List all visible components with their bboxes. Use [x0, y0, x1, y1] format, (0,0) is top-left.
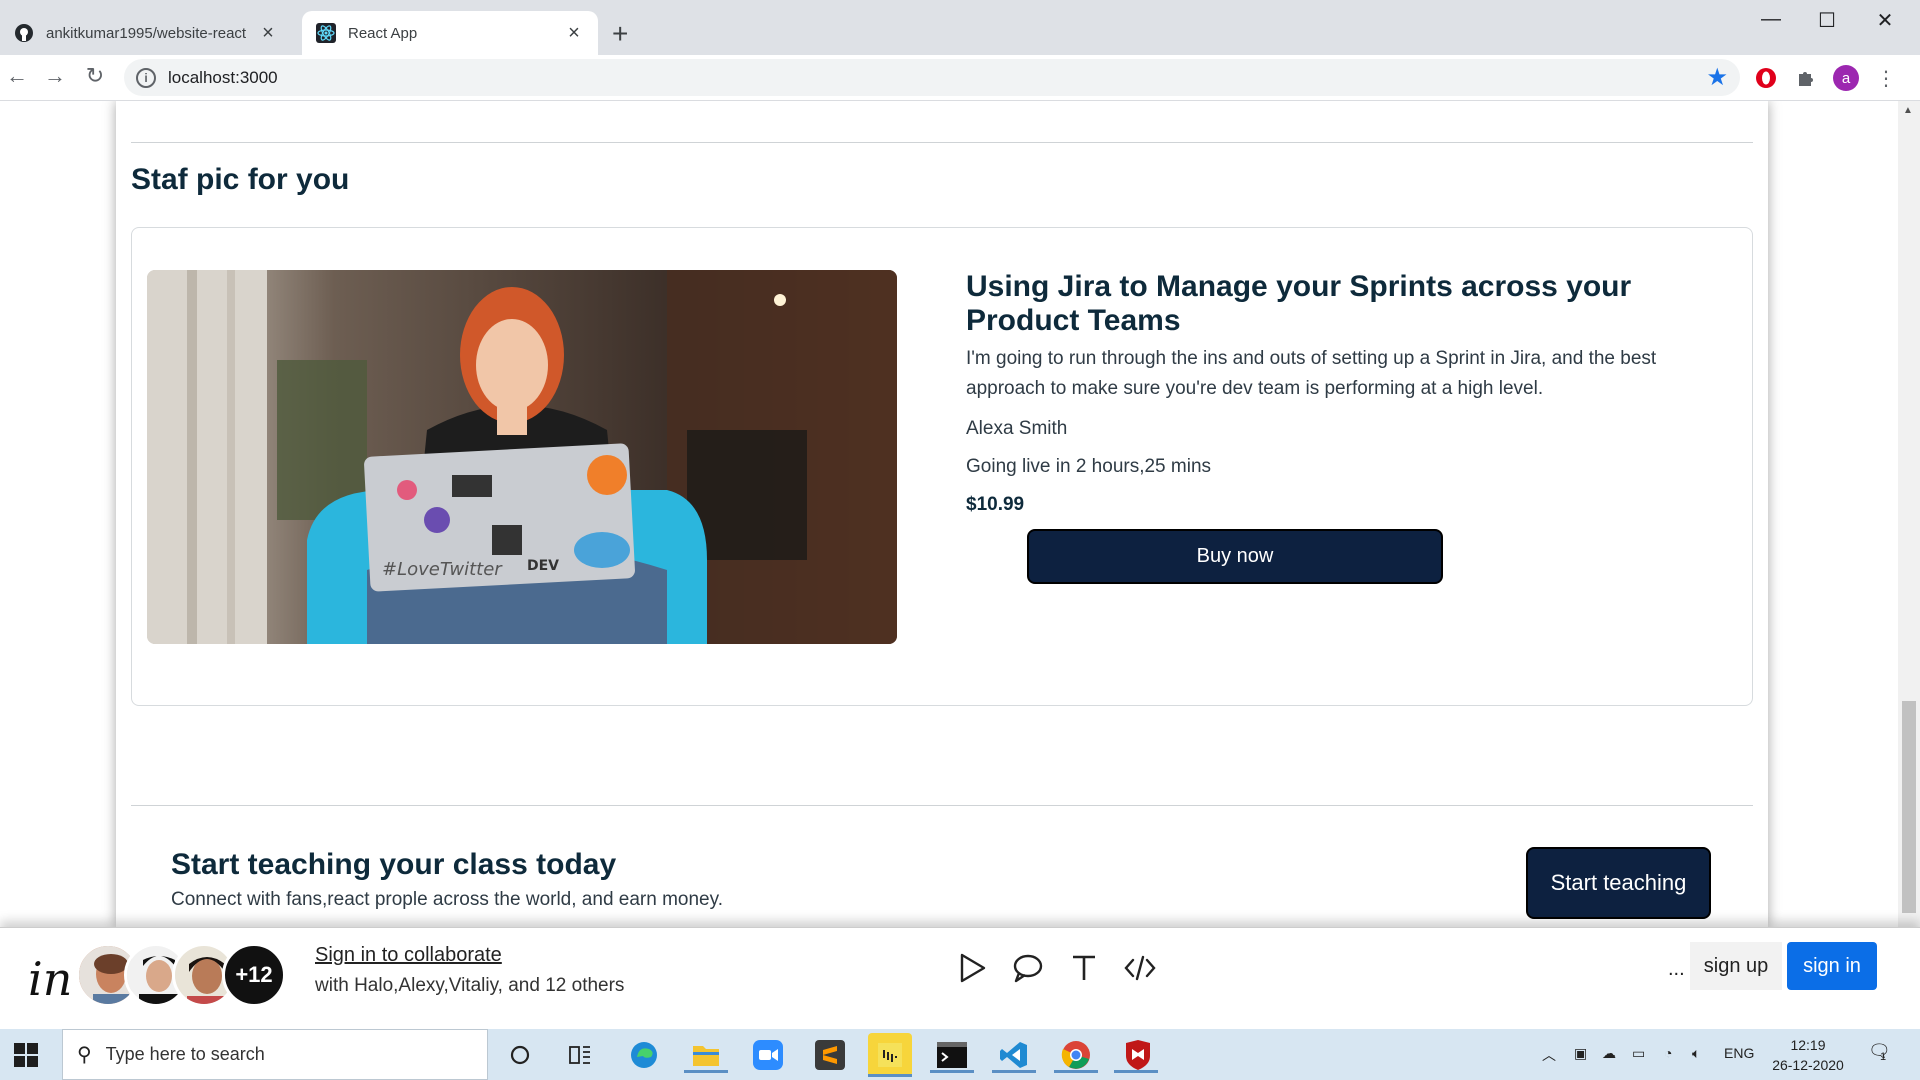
divider	[131, 805, 1753, 806]
more-options-icon[interactable]: ...	[1668, 958, 1685, 981]
tab-title: React App	[348, 24, 418, 42]
divider	[131, 142, 1753, 143]
vscode-icon[interactable]	[992, 1037, 1036, 1073]
active-indicator	[1114, 1070, 1158, 1073]
code-icon[interactable]	[1120, 948, 1160, 988]
svg-text:#LoveTwitter: #LoveTwitter	[382, 559, 503, 580]
windows-taskbar: ⚲ Type here to search ︿ ▣ ☁ ▭ ◔ 🔈︎ ENG 1…	[0, 1029, 1920, 1080]
onedrive-icon[interactable]: ☁	[1602, 1045, 1616, 1062]
active-indicator	[992, 1070, 1036, 1073]
close-tab-icon[interactable]: ×	[258, 22, 278, 45]
address-bar[interactable]: i localhost:3000 ★	[124, 59, 1740, 96]
forward-icon[interactable]: →	[40, 63, 70, 89]
cortana-icon[interactable]	[502, 1037, 538, 1073]
info-icon[interactable]: i	[136, 67, 156, 88]
tab-react-app[interactable]: React App ×	[302, 11, 598, 55]
reload-icon[interactable]: ↻	[80, 63, 110, 89]
course-author: Alexa Smith	[966, 418, 1068, 439]
menu-kebab-icon[interactable]: ⋮	[1873, 65, 1899, 91]
taskbar-clock[interactable]: 12:19 26-12-2020	[1760, 1035, 1856, 1075]
windows-start-icon[interactable]	[14, 1043, 38, 1067]
taskbar-search-input[interactable]: ⚲ Type here to search	[62, 1029, 488, 1080]
sign-in-button[interactable]: sign in	[1787, 942, 1877, 990]
clock-date: 26-12-2020	[1772, 1057, 1844, 1073]
sign-up-button[interactable]: sign up	[1690, 942, 1782, 990]
url-text: localhost:3000	[168, 67, 278, 87]
active-indicator	[930, 1070, 974, 1073]
active-indicator	[1054, 1070, 1098, 1073]
mcafee-icon[interactable]	[1114, 1037, 1158, 1073]
close-tab-icon[interactable]: ×	[564, 22, 584, 45]
sign-in-to-collaborate-link[interactable]: Sign in to collaborate	[315, 944, 502, 967]
new-tab-button[interactable]: +	[612, 18, 628, 50]
minimize-icon[interactable]: —	[1743, 8, 1799, 31]
browser-tab-bar: ankitkumar1995/website-react × React App…	[0, 0, 1920, 55]
main-container: Staf pic for you #LoveTwitter DEV Using …	[116, 101, 1768, 927]
collab-logo: in	[28, 952, 73, 1006]
file-explorer-icon[interactable]	[684, 1037, 728, 1073]
teach-subtitle: Connect with fans,react prople across th…	[171, 889, 723, 910]
clock-time: 12:19	[1790, 1037, 1826, 1053]
close-window-icon[interactable]: ✕	[1857, 8, 1913, 33]
scroll-up-icon[interactable]: ▲	[1903, 105, 1913, 116]
search-placeholder: Type here to search	[105, 1044, 265, 1064]
zoom-icon[interactable]	[750, 1037, 786, 1073]
volume-icon[interactable]: 🔈︎	[1692, 1045, 1700, 1062]
terminal-icon[interactable]	[930, 1037, 974, 1073]
start-teaching-button[interactable]: Start teaching	[1526, 847, 1711, 919]
notification-count: 1	[1880, 1051, 1887, 1063]
back-icon[interactable]: ←	[2, 63, 32, 89]
sublime-text-icon[interactable]	[812, 1037, 848, 1073]
profile-avatar[interactable]: a	[1833, 65, 1859, 91]
scrollbar-thumb[interactable]	[1902, 701, 1916, 913]
sticky-app-icon[interactable]	[868, 1033, 912, 1077]
tray-expand-icon[interactable]: ︿	[1542, 1045, 1556, 1065]
react-icon	[316, 23, 336, 43]
task-view-icon[interactable]	[562, 1037, 598, 1073]
course-title: Using Jira to Manage your Sprints across…	[966, 270, 1632, 337]
wifi-icon[interactable]: ◔	[1664, 1045, 1672, 1061]
bookmark-star-icon[interactable]: ★	[1706, 63, 1728, 92]
opera-icon[interactable]	[1753, 65, 1779, 91]
buy-now-button[interactable]: Buy now	[1027, 529, 1443, 584]
active-indicator	[868, 1074, 912, 1077]
course-image: #LoveTwitter DEV	[147, 270, 897, 644]
browser-toolbar: ← → ↻ i localhost:3000 ★ a ⋮	[0, 55, 1920, 101]
course-description: I'm going to run through the ins and out…	[966, 348, 1657, 399]
notification-center-icon[interactable]: 🗨︎ 1	[1868, 1041, 1891, 1063]
page-viewport: Staf pic for you #LoveTwitter DEV Using …	[0, 101, 1920, 927]
svg-text:DEV: DEV	[527, 558, 559, 574]
language-indicator[interactable]: ENG	[1724, 1045, 1754, 1061]
maximize-icon[interactable]: ☐	[1799, 8, 1855, 33]
course-details: Using Jira to Manage your Sprints across…	[966, 270, 1726, 516]
more-collaborators-badge[interactable]: +12	[222, 943, 286, 1007]
course-price: $10.99	[966, 494, 1025, 515]
active-indicator	[684, 1070, 728, 1073]
battery-icon[interactable]: ▭	[1632, 1045, 1645, 1062]
device-icon[interactable]: ▣	[1574, 1045, 1587, 1062]
text-icon[interactable]	[1064, 948, 1104, 988]
comment-icon[interactable]	[1008, 948, 1048, 988]
collaborators-text: with Halo,Alexy,Vitaliy, and 12 others	[315, 975, 625, 996]
chrome-icon[interactable]	[1054, 1037, 1098, 1073]
teach-title: Start teaching your class today	[171, 848, 617, 881]
page-scrollbar[interactable]: ▲	[1898, 101, 1920, 927]
collaboration-bar: in +12 Sign in to collaborate with Halo,…	[0, 927, 1920, 1029]
tab-title: ankitkumar1995/website-react	[46, 24, 247, 42]
course-live-time: Going live in 2 hours,25 mins	[966, 456, 1212, 477]
tab-github[interactable]: ankitkumar1995/website-react ×	[0, 11, 292, 55]
search-icon: ⚲	[77, 1044, 92, 1066]
play-icon[interactable]	[952, 948, 992, 988]
course-card: #LoveTwitter DEV Using Jira to Manage yo…	[131, 227, 1753, 706]
extensions-puzzle-icon[interactable]	[1793, 65, 1819, 91]
section-title: Staf pic for you	[131, 163, 350, 196]
github-icon	[14, 23, 34, 43]
edge-browser-icon[interactable]	[626, 1037, 662, 1073]
